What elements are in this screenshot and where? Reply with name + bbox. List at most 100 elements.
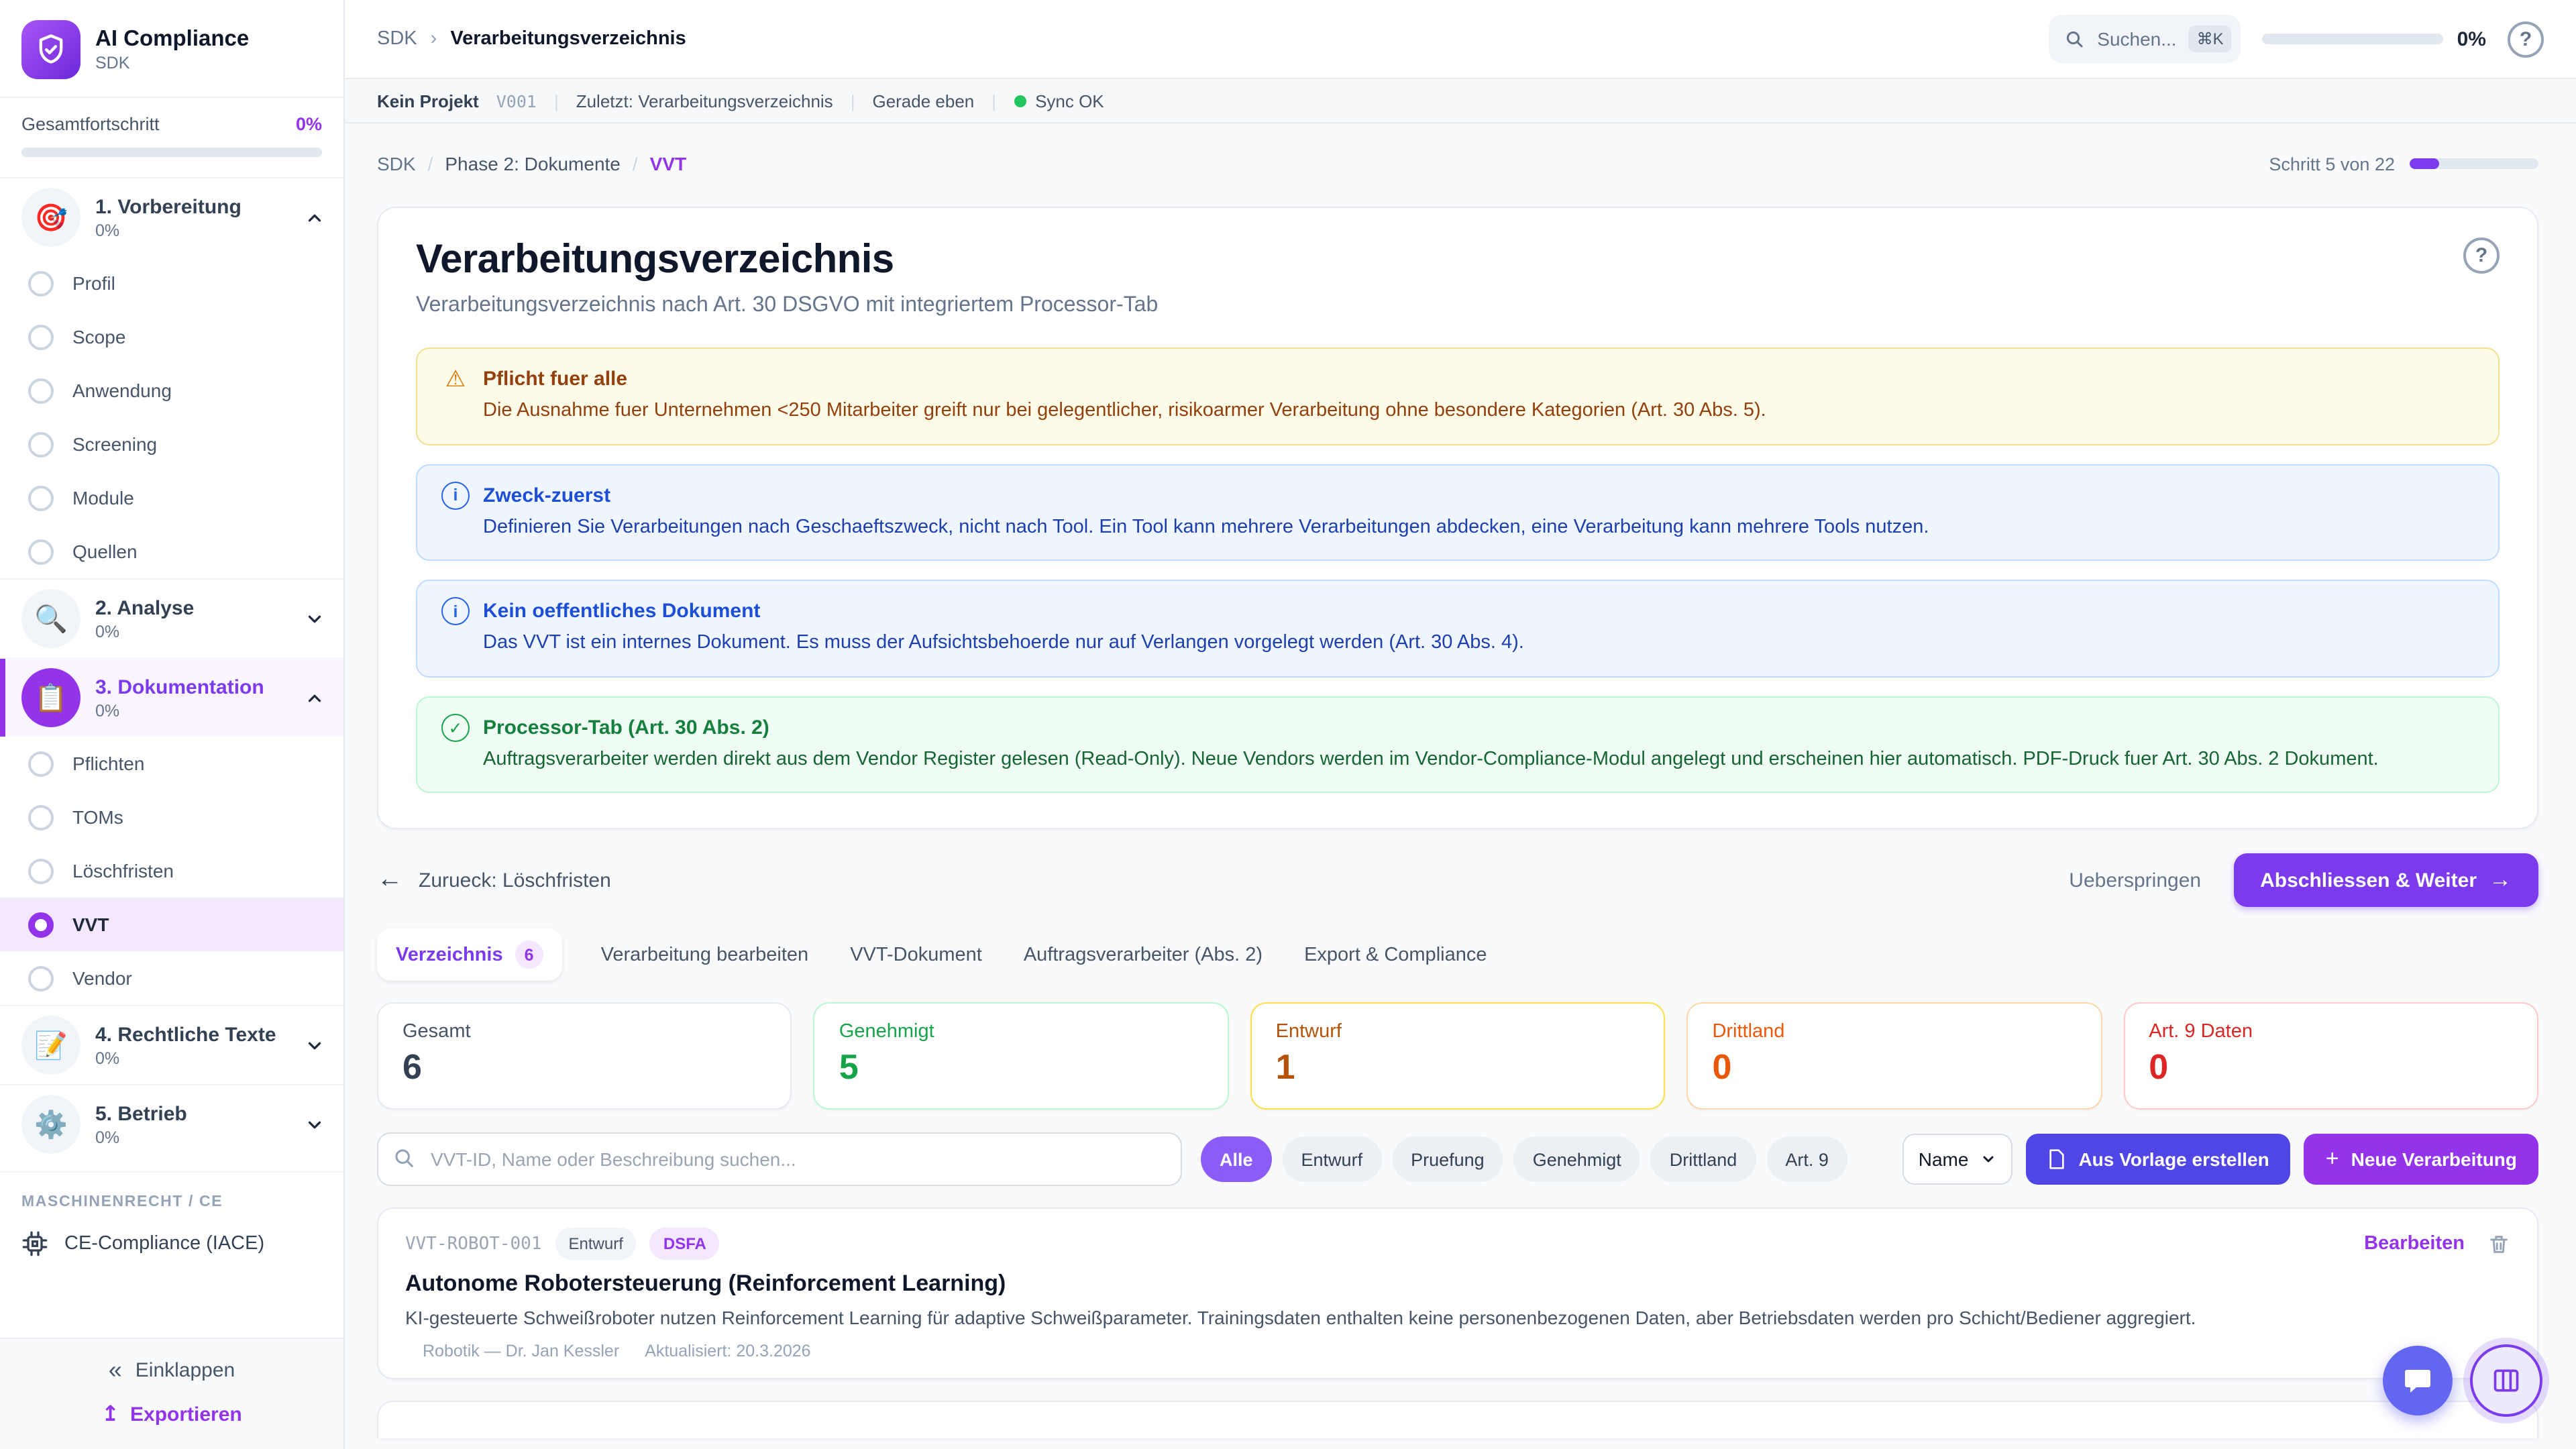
last-saved-label: Gerade eben <box>872 91 974 111</box>
plus-icon: + <box>2326 1146 2339 1173</box>
sidebar-item-scope[interactable]: Scope <box>0 310 343 364</box>
board-view-button[interactable] <box>2470 1344 2542 1417</box>
tab-export-compliance[interactable]: Export & Compliance <box>1301 932 1489 978</box>
tab-count-badge: 6 <box>515 941 543 969</box>
page-subtitle: Verarbeitungsverzeichnis nach Art. 30 DS… <box>416 294 1158 318</box>
sidebar-section-dokumentation[interactable]: 📋 3. Dokumentation 0% <box>0 657 343 737</box>
sidebar-item-pflichten[interactable]: Pflichten <box>0 737 343 790</box>
alert-pflicht: ⚠ Pflicht fuer alle Die Ausnahme fuer Un… <box>416 347 2500 445</box>
chip-art9[interactable]: Art. 9 <box>1766 1137 1847 1183</box>
chip-entwurf[interactable]: Entwurf <box>1283 1137 1382 1183</box>
chip-drittland[interactable]: Drittland <box>1651 1137 1756 1183</box>
status-bar: Kein Projekt V001 | Zuletzt: Verarbeitun… <box>345 79 2576 123</box>
search-placeholder: Suchen... <box>2097 28 2176 50</box>
chip-alle[interactable]: Alle <box>1201 1137 1272 1183</box>
stat-art9: Art. 9 Daten 0 <box>2123 1003 2538 1110</box>
chevron-separator: › <box>431 28 437 50</box>
overall-progress-value: 0% <box>296 114 322 134</box>
keyboard-shortcut-badge: ⌘K <box>2189 25 2232 52</box>
edit-record-button[interactable]: Bearbeiten <box>2364 1234 2465 1255</box>
stat-entwurf: Entwurf 1 <box>1250 1003 1666 1110</box>
sidebar-item-screening[interactable]: Screening <box>0 417 343 471</box>
sidebar-item-module[interactable]: Module <box>0 471 343 525</box>
global-search[interactable]: Suchen... ⌘K <box>2049 15 2241 63</box>
overall-progress-bar <box>21 148 322 157</box>
complete-next-button[interactable]: Abschliessen & Weiter → <box>2233 854 2538 908</box>
overall-progress: Gesamtfortschritt 0% <box>0 97 343 177</box>
app-title: AI Compliance <box>95 26 249 52</box>
sidebar-item-profil[interactable]: Profil <box>0 256 343 310</box>
sidebar-section-analyse[interactable]: 🔍 2. Analyse 0% <box>0 578 343 657</box>
upload-icon: ↥ <box>101 1401 119 1428</box>
tab-verzeichnis[interactable]: Verzeichnis 6 <box>377 929 562 981</box>
chevron-down-icon <box>305 608 325 629</box>
sidebar-section-betrieb[interactable]: ⚙️ 5. Betrieb 0% <box>0 1084 343 1163</box>
tab-auftragsverarbeiter[interactable]: Auftragsverarbeiter (Abs. 2) <box>1021 932 1265 978</box>
chip-genehmigt[interactable]: Genehmigt <box>1514 1137 1640 1183</box>
section-label: 4. Rechtliche Texte <box>95 1023 290 1047</box>
record-id: VVT-ROBOT-001 <box>405 1234 542 1254</box>
breadcrumb-current: Verarbeitungsverzeichnis <box>450 28 686 50</box>
section-percent: 0% <box>95 622 290 641</box>
new-processing-button[interactable]: + Neue Verarbeitung <box>2304 1134 2538 1185</box>
breadcrumb-root[interactable]: SDK <box>377 28 417 50</box>
sidebar-item-loeschfristen[interactable]: Löschfristen <box>0 844 343 898</box>
collapse-sidebar-button[interactable]: « Einklappen <box>109 1356 235 1385</box>
sidebar-section-rechtliche-texte[interactable]: 📝 4. Rechtliche Texte 0% <box>0 1005 343 1084</box>
export-button[interactable]: ↥ Exportieren <box>101 1401 242 1428</box>
back-button[interactable]: ← Zurueck: Löschfristen <box>377 866 611 896</box>
sidebar-item-quellen[interactable]: Quellen <box>0 525 343 578</box>
search-icon <box>2065 29 2085 49</box>
chip-pruefung[interactable]: Pruefung <box>1392 1137 1503 1183</box>
vvt-search-input[interactable] <box>377 1133 1182 1187</box>
record-description: KI-gesteuerte Schweißroboter nutzen Rein… <box>405 1307 2510 1329</box>
info-circle-icon: i <box>441 481 470 509</box>
sidebar-item-toms[interactable]: TOMs <box>0 790 343 844</box>
sidebar-section-vorbereitung[interactable]: 🎯 1. Vorbereitung 0% <box>0 177 343 256</box>
sort-select[interactable]: Name <box>1902 1134 2013 1185</box>
section-label: 2. Analyse <box>95 596 290 621</box>
sidebar-nav: 🎯 1. Vorbereitung 0% Profil Scope Anwend… <box>0 177 343 1338</box>
arrow-left-icon: ← <box>377 866 402 896</box>
step-circle-icon <box>28 270 54 296</box>
help-icon[interactable]: ? <box>2508 21 2544 57</box>
arrow-right-icon: → <box>2489 867 2512 894</box>
app-root: AI Compliance SDK Gesamtfortschritt 0% 🎯… <box>0 0 2576 1449</box>
card-help-icon[interactable]: ? <box>2463 237 2500 274</box>
version-label: V001 <box>496 91 537 111</box>
filter-chips: Alle Entwurf Pruefung Genehmigt Drittlan… <box>1201 1137 1847 1183</box>
sidebar-item-vvt[interactable]: VVT <box>0 898 343 951</box>
section-percent: 0% <box>95 1128 290 1146</box>
section-label: 1. Vorbereitung <box>95 195 290 219</box>
step-progress: Schritt 5 von 22 <box>2269 154 2538 174</box>
page-breadcrumb: SDK / Phase 2: Dokumente / VVT <box>377 153 686 174</box>
record-owner: Robotik — Dr. Jan Kessler <box>423 1342 619 1361</box>
page-crumb-phase[interactable]: Phase 2: Dokumente <box>445 153 621 174</box>
clipboard-icon: 📋 <box>21 668 80 727</box>
create-from-template-button[interactable]: Aus Vorlage erstellen <box>2026 1134 2290 1185</box>
chevron-down-icon <box>1980 1152 1996 1168</box>
alert-list: ⚠ Pflicht fuer alle Die Ausnahme fuer Un… <box>416 347 2500 794</box>
target-icon: 🎯 <box>21 188 80 247</box>
page-bar: SDK / Phase 2: Dokumente / VVT Schritt 5… <box>345 123 2576 204</box>
shield-check-logo-icon <box>21 20 80 79</box>
skip-button[interactable]: Ueberspringen <box>2069 869 2201 892</box>
sidebar-item-anwendung[interactable]: Anwendung <box>0 364 343 417</box>
alert-dokument: i Kein oeffentliches Dokument Das VVT is… <box>416 580 2500 677</box>
trash-icon[interactable] <box>2487 1233 2510 1256</box>
record-status-badge: Entwurf <box>555 1228 637 1260</box>
page-crumb-sdk[interactable]: SDK <box>377 153 416 174</box>
chat-button[interactable] <box>2383 1346 2453 1415</box>
chip-icon <box>21 1230 48 1257</box>
tab-vvt-dokument[interactable]: VVT-Dokument <box>847 932 985 978</box>
memo-icon: 📝 <box>21 1016 80 1075</box>
sync-ok-dot-icon <box>1014 95 1026 107</box>
tab-verarbeitung-bearbeiten[interactable]: Verarbeitung bearbeiten <box>598 932 812 978</box>
chevron-up-icon <box>305 207 325 227</box>
sidebar-item-ce-compliance[interactable]: CE-Compliance (IACE) <box>0 1218 343 1273</box>
page-title: Verarbeitungsverzeichnis <box>416 237 1158 283</box>
section-percent: 0% <box>95 1049 290 1067</box>
sidebar-item-vendor[interactable]: Vendor <box>0 951 343 1005</box>
header-progress: 0% <box>2263 28 2486 50</box>
section-label: 3. Dokumentation <box>95 676 290 700</box>
